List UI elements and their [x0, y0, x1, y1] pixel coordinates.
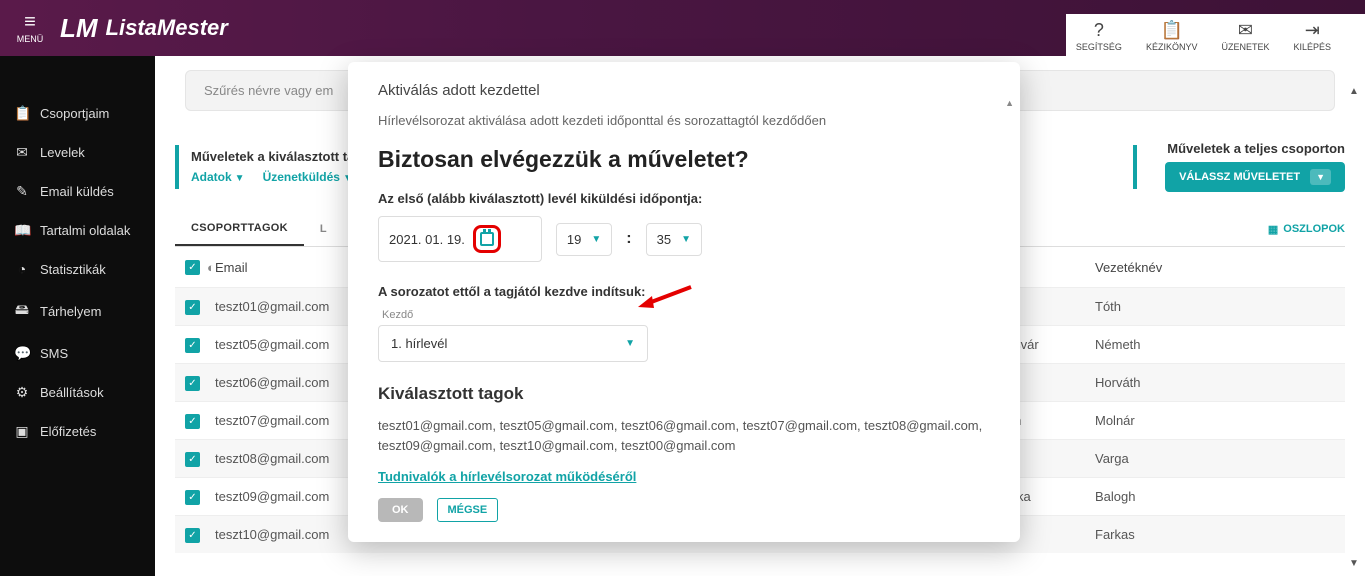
sidebar-item-send[interactable]: ✎Email küldés — [0, 172, 155, 211]
hamburger-icon: ≡ — [24, 12, 36, 32]
info-link[interactable]: Tudnivalók a hírlevélsorozat működéséről — [378, 469, 990, 484]
date-input[interactable]: 2021. 01. 19. — [378, 216, 542, 262]
modal-heading: Biztosan elvégezzük a műveletet? — [378, 146, 990, 173]
group-actions-title: Műveletek a teljes csoporton — [1165, 141, 1345, 156]
clipboard-icon: 📋 — [14, 105, 30, 122]
tab-members[interactable]: CSOPORTTAGOK — [175, 212, 304, 246]
ok-button[interactable]: OK — [378, 498, 423, 522]
header-actions: ?SEGÍTSÉG 📋KÉZIKÖNYV ✉ÜZENETEK ⇥KILÉPÉS — [1066, 14, 1365, 56]
disk-icon: 🖴 — [14, 299, 30, 323]
row-checkbox[interactable]: ✓ — [185, 528, 200, 543]
sidebar-item-stats[interactable]: ◔Statisztikák — [0, 250, 155, 288]
calendar-icon[interactable] — [480, 232, 494, 246]
book-open-icon: 📖 — [14, 222, 30, 239]
time-colon: : — [626, 230, 631, 248]
logout-button[interactable]: ⇥KILÉPÉS — [1293, 20, 1331, 52]
chat-icon: 💬 — [14, 345, 30, 362]
menu-button[interactable]: ≡ MENÜ — [0, 12, 60, 44]
scroll-up-icon[interactable]: ▲ — [1349, 86, 1363, 100]
square-icon: ▣ — [14, 423, 30, 440]
chart-icon: ◔ — [14, 261, 30, 277]
data-dropdown[interactable]: Adatok▼ — [191, 170, 245, 184]
accent-bar — [1133, 145, 1137, 189]
modal-description: Hírlevélsorozat aktiválása adott kezdeti… — [378, 113, 990, 128]
logo-text: ListaMester — [106, 15, 228, 41]
help-button[interactable]: ?SEGÍTSÉG — [1076, 20, 1122, 52]
sidebar-item-letters[interactable]: ✉Levelek — [0, 133, 155, 172]
choose-operation-button[interactable]: VÁLASSZ MŰVELETET ▼ — [1165, 162, 1345, 192]
book-icon: 📋 — [1160, 20, 1182, 41]
tab-other[interactable]: L — [304, 213, 343, 245]
chevron-down-icon: ▼ — [235, 173, 245, 184]
logo-mark-icon: LM — [60, 13, 98, 44]
row-checkbox[interactable]: ✓ — [185, 414, 200, 429]
messages-button[interactable]: ✉ÜZENETEK — [1221, 20, 1269, 52]
menu-label: MENÜ — [17, 34, 44, 44]
annotation-arrow — [636, 282, 696, 317]
selected-actions-title: Műveletek a kiválasztott tago — [191, 149, 370, 164]
accent-bar — [175, 145, 179, 189]
col-lastname[interactable]: Vezetéknév — [1095, 260, 1225, 275]
columns-button[interactable]: ▦ OSZLOPOK — [1268, 223, 1345, 236]
sidebar-item-subscription[interactable]: ▣Előfizetés — [0, 412, 155, 451]
columns-icon: ▦ — [1268, 223, 1278, 236]
minute-select[interactable]: 35▼ — [646, 223, 702, 256]
sidebar-item-storage[interactable]: 🖴Tárhelyem — [0, 288, 155, 334]
select-all-checkbox[interactable]: ✓ — [185, 260, 200, 275]
mail-icon: ✉ — [1238, 20, 1253, 41]
time-label: Az első (alább kiválasztott) levél kikül… — [378, 191, 990, 206]
selected-members-list: teszt01@gmail.com, teszt05@gmail.com, te… — [378, 416, 990, 455]
logo[interactable]: LM ListaMester — [60, 13, 228, 44]
cancel-button[interactable]: MÉGSE — [437, 498, 499, 522]
row-checkbox[interactable]: ✓ — [185, 490, 200, 505]
chevron-down-icon: ▼ — [1310, 169, 1331, 185]
row-checkbox[interactable]: ✓ — [185, 300, 200, 315]
modal-scroll-up-icon[interactable]: ▲ — [1005, 98, 1014, 108]
row-checkbox[interactable]: ✓ — [185, 376, 200, 391]
help-icon: ? — [1094, 20, 1104, 41]
messaging-dropdown[interactable]: Üzenetküldés▼ — [263, 170, 353, 184]
modal-title: Aktiválás adott kezdettel — [378, 82, 990, 99]
chevron-down-icon: ▼ — [625, 338, 635, 349]
sidebar-item-settings[interactable]: ⚙Beállítások — [0, 373, 155, 412]
exit-icon: ⇥ — [1305, 20, 1320, 41]
sidebar: 📋Csoportjaim ✉Levelek ✎Email küldés 📖Tar… — [0, 56, 155, 576]
start-member-select[interactable]: 1. hírlevél ▼ — [378, 325, 648, 362]
envelope-icon: ✉ — [14, 144, 30, 161]
calendar-highlight — [473, 225, 501, 253]
manual-button[interactable]: 📋KÉZIKÖNYV — [1146, 20, 1198, 52]
sidebar-item-sms[interactable]: 💬SMS — [0, 334, 155, 373]
contrast-icon: ◐ — [207, 260, 215, 275]
pencil-icon: ✎ — [14, 183, 30, 200]
sidebar-item-pages[interactable]: 📖Tartalmi oldalak — [0, 211, 155, 250]
row-checkbox[interactable]: ✓ — [185, 452, 200, 467]
row-checkbox[interactable]: ✓ — [185, 338, 200, 353]
chevron-down-icon: ▼ — [591, 234, 601, 245]
scroll-down-icon[interactable]: ▼ — [1349, 558, 1363, 572]
sidebar-item-groups[interactable]: 📋Csoportjaim — [0, 94, 155, 133]
hour-select[interactable]: 19▼ — [556, 223, 612, 256]
gear-icon: ⚙ — [14, 384, 30, 401]
selected-members-heading: Kiválasztott tagok — [378, 384, 990, 404]
chevron-down-icon: ▼ — [681, 234, 691, 245]
